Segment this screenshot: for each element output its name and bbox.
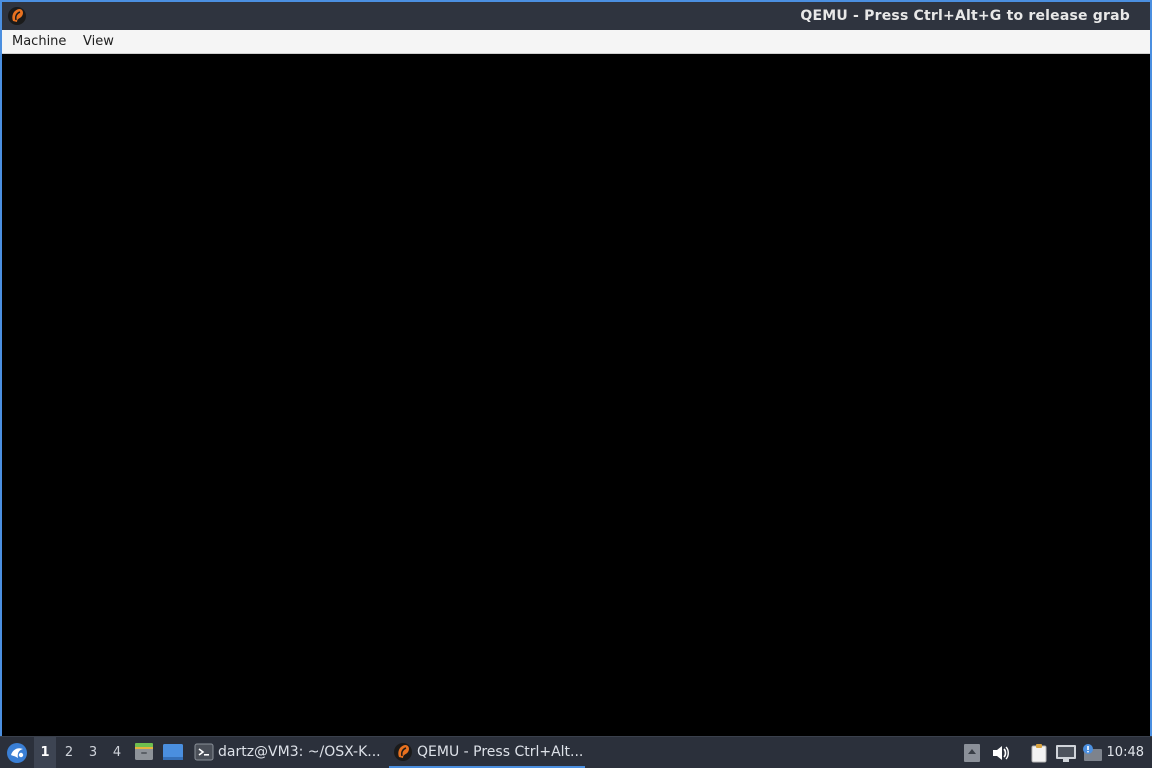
show-desktop-launcher[interactable] bbox=[162, 737, 184, 768]
qemu-icon bbox=[394, 743, 412, 761]
clipboard-tray[interactable] bbox=[1028, 737, 1050, 768]
notification-tray[interactable] bbox=[1080, 737, 1104, 768]
network-tray[interactable] bbox=[1054, 737, 1078, 768]
volume-icon bbox=[993, 746, 1009, 760]
task-qemu[interactable]: QEMU - Press Ctrl+Alt... bbox=[389, 737, 585, 768]
guest-display[interactable] bbox=[2, 54, 1150, 736]
start-menu-button[interactable] bbox=[4, 737, 28, 768]
window-title: QEMU - Press Ctrl+Alt+G to release grab bbox=[800, 8, 1130, 24]
clipboard-icon bbox=[1031, 744, 1047, 763]
qemu-window: QEMU - Press Ctrl+Alt+G to release grab … bbox=[0, 0, 1152, 736]
task-terminal[interactable]: dartz@VM3: ~/OSX-K... bbox=[190, 737, 382, 768]
menubar: Machine View bbox=[2, 30, 1150, 54]
desktop: QEMU - Press Ctrl+Alt+G to release grab … bbox=[0, 0, 1152, 768]
volume-control[interactable] bbox=[990, 737, 1012, 768]
workspace-1[interactable]: 1 bbox=[34, 737, 56, 768]
workspace-4[interactable]: 4 bbox=[106, 737, 128, 768]
qemu-icon[interactable] bbox=[7, 6, 27, 26]
tray-arrow-icon bbox=[964, 744, 980, 762]
notification-icon bbox=[1083, 744, 1102, 761]
menu-view[interactable]: View bbox=[75, 30, 122, 54]
window-titlebar[interactable]: QEMU - Press Ctrl+Alt+G to release grab bbox=[2, 2, 1150, 30]
file-manager-launcher[interactable] bbox=[134, 737, 156, 768]
taskbar: 1 2 3 4 dartz@VM3: ~/OSX-K... QEMU - Pre… bbox=[0, 736, 1152, 768]
clock[interactable]: 10:48 bbox=[1107, 737, 1144, 768]
tray-expand-button[interactable] bbox=[962, 737, 982, 768]
task-qemu-label: QEMU - Press Ctrl+Alt... bbox=[417, 744, 584, 760]
workspace-2[interactable]: 2 bbox=[58, 737, 80, 768]
show-desktop-icon bbox=[163, 744, 183, 760]
task-terminal-label: dartz@VM3: ~/OSX-K... bbox=[218, 744, 381, 760]
file-manager-icon bbox=[135, 743, 153, 760]
network-icon bbox=[1056, 745, 1076, 762]
workspace-3[interactable]: 3 bbox=[82, 737, 104, 768]
terminal-icon bbox=[194, 743, 214, 761]
lxqt-start-icon bbox=[7, 743, 27, 763]
menu-machine[interactable]: Machine bbox=[4, 30, 74, 54]
